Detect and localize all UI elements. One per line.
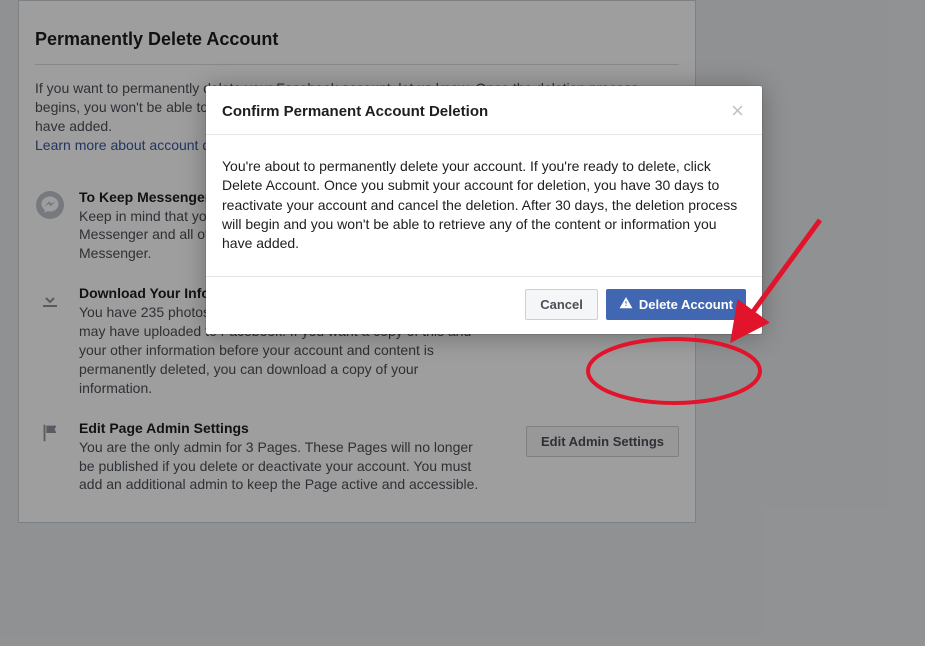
modal-footer: Cancel Delete Account — [206, 276, 762, 334]
modal-body: You're about to permanently delete your … — [206, 135, 762, 276]
modal-header: Confirm Permanent Account Deletion × — [206, 86, 762, 135]
modal-title: Confirm Permanent Account Deletion — [222, 103, 729, 120]
cancel-button[interactable]: Cancel — [525, 289, 598, 320]
warning-icon — [619, 296, 633, 313]
close-icon[interactable]: × — [729, 100, 746, 122]
delete-account-label: Delete Account — [639, 297, 733, 312]
delete-account-button[interactable]: Delete Account — [606, 289, 746, 320]
confirm-delete-modal: Confirm Permanent Account Deletion × You… — [206, 86, 762, 334]
